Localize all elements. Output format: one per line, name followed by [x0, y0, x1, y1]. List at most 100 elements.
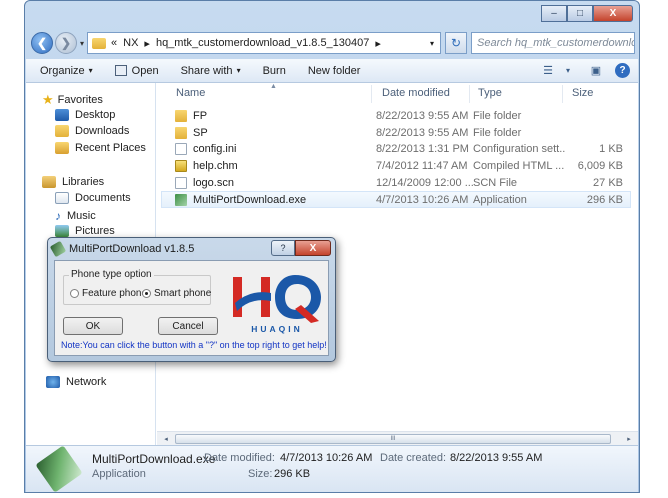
date-modified-label: Date modified: [204, 452, 275, 464]
radio-label: Smart phone [154, 288, 212, 299]
burn-button[interactable]: Burn [263, 65, 286, 77]
phone-type-group: Phone type option Feature phone Smart ph… [63, 269, 211, 305]
date-modified-value: 4/7/2013 10:26 AM [280, 452, 373, 464]
search-placeholder: Search hq_mtk_customerdownload_v1... [477, 37, 635, 49]
scroll-left-button[interactable]: ◂ [159, 433, 173, 445]
settings-file-icon [175, 143, 187, 155]
feature-phone-radio[interactable]: Feature phone [70, 288, 147, 299]
recent-pages-dropdown[interactable]: ▾ [80, 39, 84, 48]
chevron-down-icon: ▾ [88, 66, 93, 75]
help-icon[interactable]: ? [615, 63, 630, 78]
close-button[interactable]: X [593, 5, 633, 22]
app-icon [175, 194, 187, 206]
breadcrumb-separator[interactable]: ▸ [144, 37, 150, 50]
app-icon [35, 445, 83, 493]
file-row[interactable]: logo.scn 12/14/2009 12:00 ... SCN File 2… [161, 175, 631, 192]
file-date: 12/14/2009 12:00 ... [376, 177, 474, 189]
organize-label: Organize [40, 64, 85, 77]
refresh-button[interactable]: ↻ [445, 32, 468, 54]
open-button[interactable]: Open [114, 65, 159, 77]
organize-button[interactable]: Organize ▾ [40, 65, 93, 77]
file-type: Compiled HTML ... [473, 160, 565, 172]
size-value: 296 KB [274, 468, 311, 480]
file-row[interactable]: help.chm 7/4/2012 11:47 AM Compiled HTML… [161, 158, 631, 175]
file-size: 6,009 KB [577, 160, 623, 172]
folder-icon [92, 37, 107, 49]
scroll-right-button[interactable]: ▸ [622, 433, 636, 445]
pictures-icon [55, 225, 69, 237]
file-row-selected[interactable]: MultiPortDownload.exe 4/7/2013 10:26 AM … [161, 191, 631, 208]
address-bar[interactable]: « NX ▸ hq_mtk_customerdownload_v1.8.5_13… [87, 32, 442, 54]
nav-item-recent-places[interactable]: Recent Places [55, 142, 146, 154]
nav-item-network[interactable]: Network [46, 376, 106, 388]
downloads-icon [55, 125, 69, 137]
multiportdownload-dialog: MultiPortDownload v1.8.5 ? X Phone type … [47, 237, 336, 362]
nav-label: Network [66, 376, 107, 388]
file-name: config.ini [193, 143, 237, 155]
share-with-button[interactable]: Share with ▾ [181, 65, 241, 77]
file-name: help.chm [193, 160, 238, 172]
column-divider[interactable] [562, 85, 563, 103]
column-header-size[interactable]: Size [572, 87, 593, 103]
new-folder-button[interactable]: New folder [308, 65, 361, 77]
file-date: 8/22/2013 1:31 PM [376, 143, 469, 155]
window-title-bar[interactable]: – □ X [25, 1, 639, 27]
chevron-down-icon[interactable]: ▾ [559, 63, 577, 79]
nav-item-favorites[interactable]: ★ Favorites [42, 92, 103, 108]
forward-button[interactable]: ❯ [55, 32, 77, 54]
scroll-thumb[interactable]: III [175, 434, 611, 444]
breadcrumb-separator[interactable]: ▸ [375, 37, 381, 50]
search-input[interactable]: Search hq_mtk_customerdownload_v1... ⌕ [471, 32, 635, 54]
address-dropdown[interactable]: ▾ [430, 39, 434, 48]
nav-item-pictures[interactable]: Pictures [55, 225, 115, 237]
column-divider[interactable] [469, 85, 470, 103]
file-date: 8/22/2013 9:55 AM [376, 110, 469, 122]
column-header-name[interactable]: Name [176, 87, 205, 103]
nav-item-downloads[interactable]: Downloads [55, 125, 129, 137]
breadcrumb-nx[interactable]: NX [123, 37, 138, 49]
maximize-button[interactable]: □ [567, 5, 593, 22]
breadcrumb-overflow[interactable]: « [111, 37, 117, 49]
breadcrumb-current-folder[interactable]: hq_mtk_customerdownload_v1.8.5_130407 [156, 37, 369, 49]
file-row[interactable]: FP 8/22/2013 9:55 AM File folder [161, 108, 631, 125]
folder-icon [175, 127, 187, 139]
dialog-close-button[interactable]: X [295, 240, 331, 256]
nav-item-documents[interactable]: Documents [55, 192, 131, 204]
column-divider[interactable] [371, 85, 372, 103]
cancel-button[interactable]: Cancel [158, 317, 218, 335]
network-icon [46, 376, 60, 388]
smart-phone-radio[interactable]: Smart phone [142, 288, 211, 299]
nav-item-music[interactable]: ♪ Music [55, 209, 96, 223]
nav-label: Favorites [57, 94, 103, 106]
file-size: 1 KB [599, 143, 623, 155]
nav-item-libraries[interactable]: Libraries [42, 176, 104, 188]
page: – □ X ❮ ❯ ▾ « NX ▸ hq_mtk_customerdownlo… [0, 0, 668, 498]
horizontal-scrollbar[interactable]: ◂ III ▸ [157, 431, 638, 445]
minimize-button[interactable]: – [541, 5, 567, 22]
dialog-help-button[interactable]: ? [271, 240, 295, 256]
logo-mark [233, 275, 321, 323]
preview-pane-icon[interactable]: ▣ [587, 63, 605, 79]
file-type: File folder [473, 110, 522, 122]
back-button[interactable]: ❮ [31, 32, 53, 54]
file-row[interactable]: config.ini 8/22/2013 1:31 PM Configurati… [161, 141, 631, 158]
column-label: Date modified [382, 87, 450, 99]
nav-label: Downloads [75, 125, 130, 137]
nav-label: Recent Places [75, 142, 146, 154]
file-type: SCN File [473, 177, 518, 189]
nav-item-desktop[interactable]: Desktop [55, 109, 115, 121]
logo-bar [233, 277, 242, 317]
ok-button[interactable]: OK [63, 317, 123, 335]
details-file-name: MultiPortDownload.exe [92, 452, 216, 466]
column-header-date-modified[interactable]: Date modified [382, 87, 450, 103]
file-date: 7/4/2012 11:47 AM [376, 160, 468, 172]
column-header-type[interactable]: Type [478, 87, 502, 103]
file-row[interactable]: SP 8/22/2013 9:55 AM File folder [161, 125, 631, 142]
dialog-title-bar[interactable]: MultiPortDownload v1.8.5 [49, 238, 195, 260]
phone-type-group-title: Phone type option [69, 269, 154, 280]
dialog-title: MultiPortDownload v1.8.5 [69, 243, 195, 255]
change-view-icon[interactable]: ☰ [539, 63, 557, 79]
file-type: Application [473, 194, 527, 206]
sort-ascending-icon: ▲ [270, 83, 277, 90]
address-row: ❮ ❯ ▾ « NX ▸ hq_mtk_customerdownload_v1.… [31, 31, 635, 55]
